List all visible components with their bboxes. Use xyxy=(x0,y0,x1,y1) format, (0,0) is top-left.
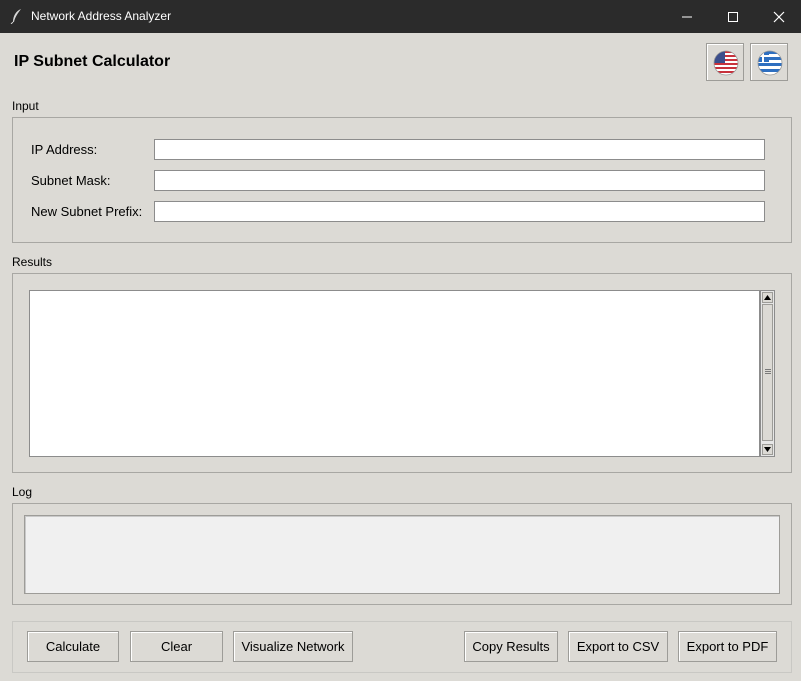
visualize-network-button[interactable]: Visualize Network xyxy=(233,631,353,662)
us-flag-icon xyxy=(713,50,739,76)
results-scrollbar[interactable] xyxy=(760,290,775,457)
new-subnet-prefix-label: New Subnet Prefix: xyxy=(31,204,143,219)
app-header: IP Subnet Calculator xyxy=(0,33,801,93)
close-icon xyxy=(773,11,785,23)
scroll-down-button[interactable] xyxy=(762,444,773,455)
button-bar xyxy=(12,621,792,673)
grip-icon xyxy=(765,369,771,374)
language-english-button[interactable] xyxy=(706,43,744,81)
close-button[interactable] xyxy=(756,0,801,33)
minimize-button[interactable] xyxy=(664,0,710,33)
export-pdf-button[interactable]: Export to PDF xyxy=(678,631,777,662)
new-subnet-prefix-input[interactable] xyxy=(154,201,765,222)
arrow-up-icon xyxy=(764,295,771,300)
log-section-label: Log xyxy=(12,485,33,499)
language-greek-button[interactable] xyxy=(750,43,788,81)
export-csv-button[interactable]: Export to CSV xyxy=(568,631,668,662)
title-bar: Network Address Analyzer xyxy=(0,0,801,33)
calculate-button[interactable]: Calculate xyxy=(27,631,119,662)
results-textarea[interactable] xyxy=(29,290,760,457)
ip-address-label: IP Address: xyxy=(31,142,98,157)
scroll-thumb[interactable] xyxy=(762,304,773,441)
window-title: Network Address Analyzer xyxy=(31,9,172,23)
copy-results-button[interactable]: Copy Results xyxy=(464,631,558,662)
maximize-button[interactable] xyxy=(710,0,756,33)
maximize-icon xyxy=(728,12,738,22)
subnet-mask-input[interactable] xyxy=(154,170,765,191)
arrow-down-icon xyxy=(764,447,771,452)
ip-address-input[interactable] xyxy=(154,139,765,160)
input-section-label: Input xyxy=(12,99,39,113)
subnet-mask-label: Subnet Mask: xyxy=(31,173,111,188)
page-title: IP Subnet Calculator xyxy=(14,53,171,70)
clear-button[interactable]: Clear xyxy=(130,631,223,662)
feather-icon xyxy=(10,8,24,25)
results-section-label: Results xyxy=(12,255,53,269)
log-textarea[interactable] xyxy=(24,515,780,594)
greek-flag-icon xyxy=(757,50,783,76)
scroll-up-button[interactable] xyxy=(762,292,773,303)
minimize-icon xyxy=(682,16,692,18)
